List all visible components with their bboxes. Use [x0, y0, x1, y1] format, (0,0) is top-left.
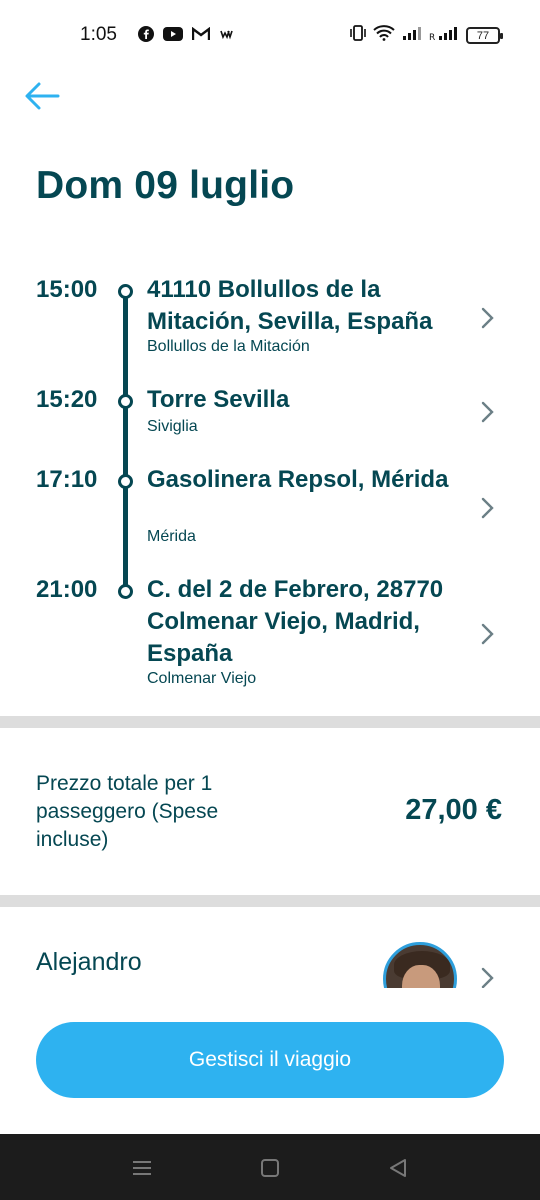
stop-item[interactable]: 21:00 C. del 2 de Febrero, 28770 Colmena… — [0, 570, 540, 700]
stop-time: 21:00 — [36, 576, 98, 603]
facebook-icon — [138, 26, 154, 42]
section-divider — [0, 716, 540, 728]
chevron-right-icon — [481, 967, 494, 988]
stop-address: Gasolinera Repsol, Mérida — [147, 466, 449, 493]
avatar — [383, 942, 457, 988]
vibrate-icon — [350, 24, 366, 47]
back-button[interactable] — [24, 78, 64, 114]
stop-item[interactable]: 15:00 41110 Bollullos de la Mitación, Se… — [0, 270, 540, 370]
chevron-right-icon — [481, 307, 494, 329]
chevron-right-icon — [481, 497, 494, 519]
stop-dot — [118, 474, 133, 489]
status-app-icons — [138, 26, 235, 42]
price-value: 27,00 € — [405, 794, 502, 826]
system-nav-bar — [0, 1134, 540, 1200]
stop-time: 15:20 — [36, 386, 98, 413]
status-bar: 1:05 R 77 — [0, 0, 540, 72]
stop-city: Siviglia — [147, 418, 198, 435]
stop-city: Colmenar Viejo — [147, 670, 257, 687]
wifi-icon — [373, 25, 395, 46]
w-icon — [219, 28, 235, 40]
stop-time: 15:00 — [36, 276, 98, 303]
svg-text:R: R — [429, 33, 435, 41]
stop-address: 41110 Bollullos de la Mitación, Sevilla,… — [147, 276, 433, 335]
stop-city: Bollullos de la Mitación — [147, 338, 310, 355]
stop-city: Mérida — [147, 528, 196, 545]
manage-trip-button[interactable]: Gestisci il viaggio — [36, 1022, 504, 1098]
menu-icon[interactable] — [130, 1156, 154, 1180]
stop-item[interactable]: 17:10 Gasolinera Repsol, Mérida Mérida — [0, 460, 540, 560]
stop-item[interactable]: 15:20 Torre Sevilla Siviglia — [0, 380, 540, 450]
page-title: Dom 09 luglio — [36, 164, 295, 207]
stop-dot — [118, 394, 133, 409]
stop-address: Torre Sevilla — [147, 386, 290, 413]
chevron-right-icon — [481, 401, 494, 423]
arrow-left-icon — [25, 82, 60, 110]
section-divider — [0, 895, 540, 907]
signal-icon — [402, 25, 422, 46]
back-nav-icon[interactable] — [386, 1156, 410, 1180]
stop-address: C. del 2 de Febrero, 28770 Colmenar Viej… — [147, 576, 444, 667]
home-icon[interactable] — [258, 1156, 282, 1180]
youtube-icon — [163, 27, 183, 41]
gmail-icon — [192, 27, 210, 41]
driver-name: Alejandro — [36, 948, 142, 976]
signal-roaming-icon: R — [429, 25, 459, 46]
battery-icon: 77 — [466, 27, 503, 44]
status-indicators: R 77 — [350, 24, 503, 47]
price-label: Prezzo totale per 1 passeggero (Spese in… — [36, 772, 219, 851]
status-time: 1:05 — [80, 24, 117, 45]
stop-dot — [118, 284, 133, 299]
stop-time: 17:10 — [36, 466, 98, 493]
driver-row[interactable]: Alejandro — [0, 908, 540, 988]
chevron-right-icon — [481, 623, 494, 645]
stop-dot — [118, 584, 133, 599]
